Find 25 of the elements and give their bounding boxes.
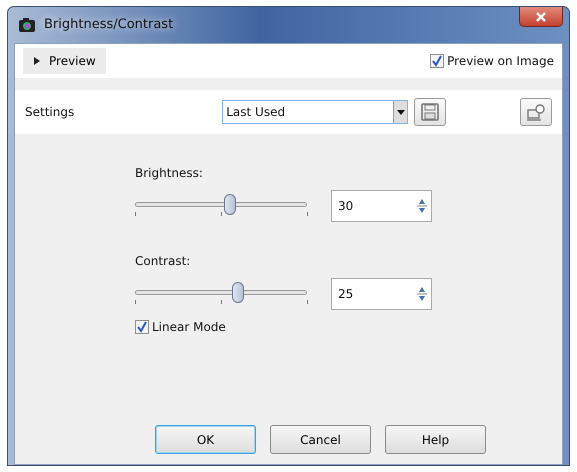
camera-icon — [18, 17, 36, 33]
dialog-button[interactable]: Cancel — [270, 425, 371, 454]
contrast-spinbox[interactable]: 25 — [331, 278, 432, 310]
brightness-slider[interactable] — [135, 194, 307, 218]
save-button[interactable] — [414, 98, 446, 126]
settings-label: Settings — [25, 104, 74, 121]
linear-mode-checkbox[interactable]: Linear Mode — [135, 318, 562, 336]
checkmark-icon — [136, 321, 148, 333]
brightness-label: Brightness: — [135, 165, 204, 182]
close-icon — [535, 12, 547, 22]
brightness-spinbox[interactable]: 30 — [331, 190, 432, 222]
settings-dropdown[interactable]: Last Used — [222, 100, 408, 124]
triangle-right-icon — [33, 57, 41, 65]
window-title: Brightness/Contrast — [44, 16, 174, 34]
dialog-button[interactable]: Help — [385, 425, 486, 454]
preset-manager-button[interactable] — [520, 98, 552, 126]
dropdown-arrow-icon — [396, 110, 405, 114]
monitor-magnifier-icon — [526, 102, 546, 122]
preview-toggle[interactable]: Preview — [23, 48, 106, 74]
dialog-button[interactable]: OK — [155, 425, 256, 454]
contrast-slider[interactable] — [135, 282, 307, 306]
preview-on-image-checkbox[interactable]: Preview on Image — [430, 52, 554, 70]
checkmark-icon — [431, 55, 444, 67]
contrast-label: Contrast: — [135, 253, 192, 270]
close-button[interactable] — [519, 7, 563, 27]
